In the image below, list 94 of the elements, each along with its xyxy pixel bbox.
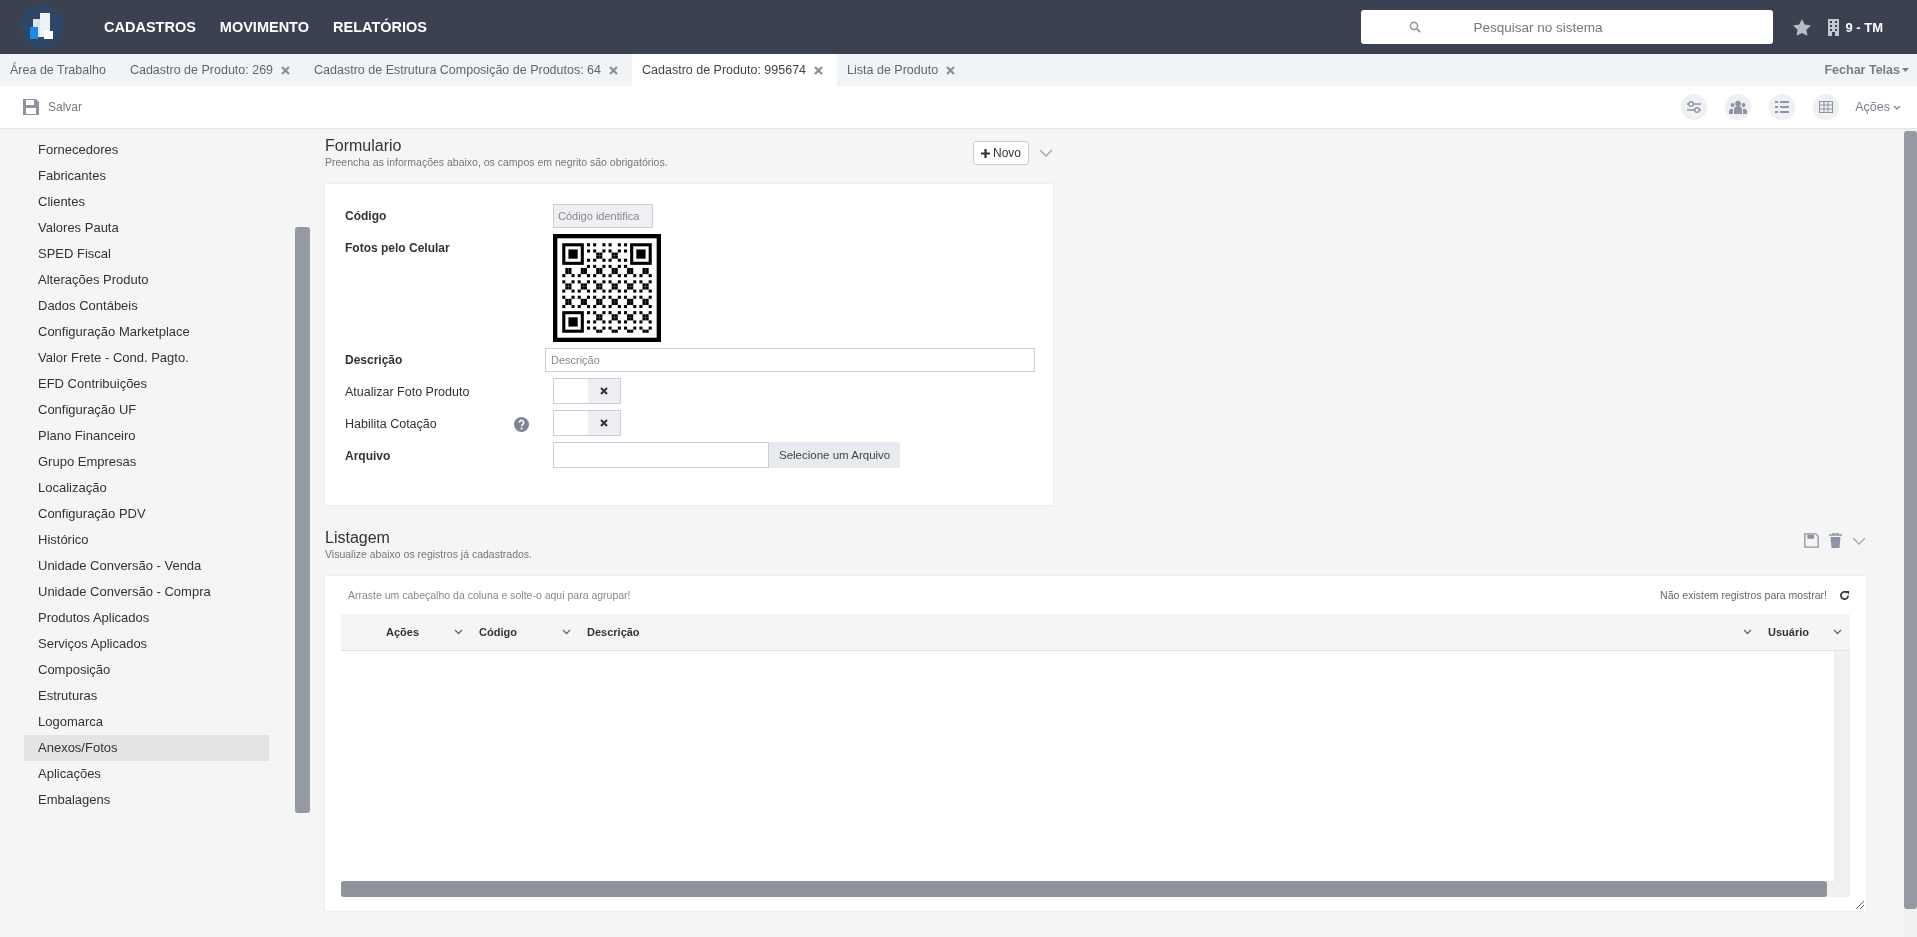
field-label: Descrição [345, 353, 403, 367]
chevron-down-icon [1893, 104, 1901, 110]
filter-settings-button[interactable] [1681, 94, 1708, 120]
list-button[interactable] [1769, 94, 1796, 120]
tab[interactable]: Cadastro de Produto: 269 [119, 54, 305, 86]
empty-message: Não existem registros para mostrar! [1660, 589, 1827, 601]
sidebar-item[interactable]: Composição [24, 657, 270, 683]
section-subtitle: Preencha as informações abaixo, os campos em negrito são obrigatórios. [325, 156, 668, 168]
column-header[interactable]: Ações [341, 614, 471, 650]
sidebar-item[interactable]: Dados Contábeis [24, 293, 270, 319]
building-icon [1827, 18, 1841, 36]
sidebar-item[interactable]: Embalagens [24, 787, 270, 813]
x-icon [600, 387, 608, 395]
actions-dropdown[interactable]: Ações [1855, 100, 1901, 114]
sidebar-item[interactable]: Alterações Produto [24, 267, 270, 293]
chevron-down-icon[interactable] [1833, 629, 1842, 635]
field-label: Habilita Cotação [345, 417, 437, 431]
menu-item[interactable]: MOVIMENTO [219, 19, 309, 35]
sidebar-item[interactable]: Aplicações [24, 761, 270, 787]
tab[interactable]: Cadastro de Produto: 995674 [632, 54, 838, 86]
trash-icon[interactable] [1829, 533, 1842, 548]
close-icon[interactable] [814, 65, 824, 75]
sidebar-item[interactable]: Fabricantes [24, 163, 270, 189]
field-label: Código [345, 209, 387, 223]
company-label: 9 - TM [1845, 19, 1883, 35]
text-field[interactable]: Código identifica [553, 204, 653, 228]
sidebar-item[interactable]: Valor Frete - Cond. Pagto. [24, 345, 270, 371]
close-icon[interactable] [609, 65, 619, 75]
sidebar-item[interactable]: Clientes [24, 189, 270, 215]
sidebar-item[interactable]: Valores Pauta [24, 215, 270, 241]
sidebar-item[interactable]: Configuração UF [24, 397, 270, 423]
sidebar-item[interactable]: Histórico [24, 527, 270, 553]
sidebar-item[interactable]: Estruturas [24, 683, 270, 709]
search-field[interactable]: Pesquisar no sistema [1361, 10, 1774, 44]
chevron-down-icon[interactable] [562, 629, 571, 635]
table-icon [1819, 101, 1834, 113]
toggle-switch[interactable] [553, 378, 621, 404]
group-hint: Arraste um cabeçalho da coluna e solte-o aqui para agrupar! [348, 589, 631, 601]
column-header[interactable]: Usuário [1760, 614, 1850, 650]
sidebar-item[interactable]: Unidade Conversão - Compra [24, 579, 270, 605]
users-button[interactable] [1725, 94, 1752, 120]
column-header[interactable]: Descrição [579, 614, 1760, 650]
sidebar-item[interactable]: Unidade Conversão - Venda [24, 553, 270, 579]
tab[interactable]: Cadastro de Estrutura Composição de Produtos: 64 [304, 54, 633, 86]
new-button[interactable]: Novo [973, 141, 1029, 165]
section-title: Formulario [325, 137, 403, 155]
menu-item[interactable]: CADASTROS [104, 19, 196, 35]
file-field[interactable] [553, 442, 769, 468]
caret-icon [1902, 68, 1909, 72]
plus-icon [981, 148, 990, 158]
sidebar-item[interactable]: SPED Fiscal [24, 241, 270, 267]
sidebar-item[interactable]: Anexos/Fotos [24, 735, 270, 761]
list-icon [1775, 100, 1790, 114]
sidebar-item[interactable]: Fornecedores [24, 137, 270, 163]
section-title: Listagem [325, 529, 391, 547]
save-icon[interactable] [1804, 533, 1819, 548]
sidebar-item[interactable]: Configuração PDV [24, 501, 270, 527]
close-icon[interactable] [946, 65, 956, 75]
tab[interactable]: Lista de Produto [837, 54, 970, 86]
field-label: Fotos pelo Celular [345, 241, 450, 255]
column-header[interactable]: Código [471, 614, 579, 650]
select-file-button[interactable]: Selecione um Arquivo [769, 442, 901, 468]
section-subtitle: Visualize abaixo os registros já cadastrados. [325, 548, 532, 560]
users-icon [1729, 100, 1748, 114]
help-icon[interactable] [514, 416, 529, 432]
resize-grip-icon[interactable] [1856, 901, 1864, 909]
sidebar-item[interactable]: EFD Contribuições [24, 371, 270, 397]
close-icon[interactable] [281, 65, 291, 75]
save-icon [22, 98, 40, 116]
sliders-icon [1686, 100, 1703, 114]
table-button[interactable] [1813, 94, 1840, 120]
toggle-switch[interactable] [553, 410, 621, 436]
chevron-down-icon[interactable] [1743, 629, 1752, 635]
menu-item[interactable]: RELATÓRIOS [333, 19, 427, 35]
sidebar-item[interactable]: Grupo Empresas [24, 449, 270, 475]
field-label: Atualizar Foto Produto [345, 385, 470, 399]
x-icon [600, 419, 608, 427]
sidebar-item[interactable]: Plano Financeiro [24, 423, 270, 449]
sidebar-item[interactable]: Produtos Aplicados [24, 605, 270, 631]
sidebar-item[interactable]: Configuração Marketplace [24, 319, 270, 345]
save-button[interactable]: Salvar [22, 98, 82, 116]
sidebar-item[interactable]: Localização [24, 475, 270, 501]
sidebar-item[interactable]: Serviços Aplicados [24, 631, 270, 657]
refresh-icon[interactable] [1839, 589, 1850, 601]
sidebar-item[interactable]: Logomarca [24, 709, 270, 735]
field-label: Arquivo [345, 449, 391, 463]
search-icon [1409, 21, 1422, 33]
close-screens-dropdown[interactable]: Fechar Telas [1824, 54, 1909, 86]
star-icon[interactable] [1793, 18, 1812, 36]
tab[interactable]: Área de Trabalho [0, 54, 120, 86]
chevron-down-icon[interactable] [454, 629, 463, 635]
logo-icon [20, 5, 64, 49]
scrollbar-thumb[interactable] [295, 227, 310, 813]
text-field[interactable]: Descrição [544, 348, 1035, 372]
